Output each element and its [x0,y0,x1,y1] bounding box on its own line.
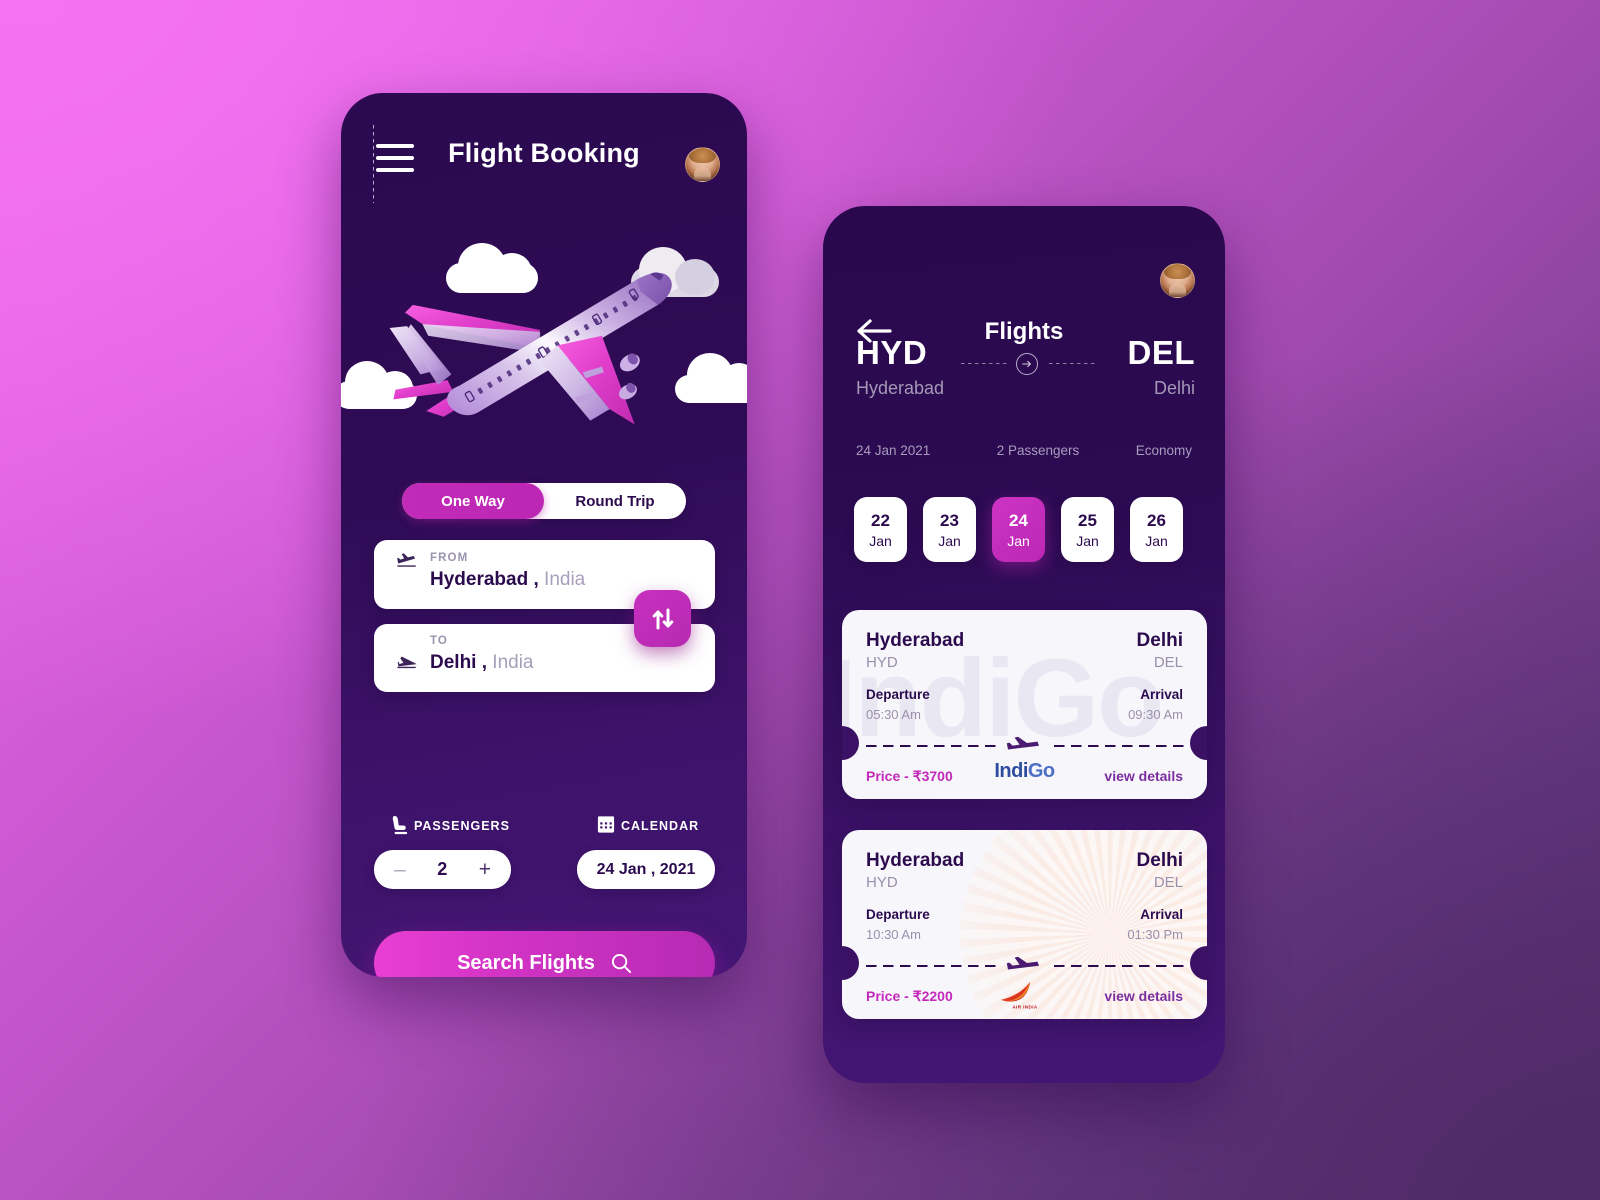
plane-departure-icon [397,553,416,567]
date-chip-26[interactable]: 26 Jan [1130,497,1183,562]
trip-passengers: 2 Passengers [996,443,1080,458]
date-chip-25[interactable]: 25 Jan [1061,497,1114,562]
to-city: Delhi , [430,652,488,673]
path-dash-right [1054,745,1184,747]
route-dash-left [961,363,1007,364]
to-label: TO [430,635,448,647]
route-connector-dots [373,125,374,203]
svg-text:AIR INDIA: AIR INDIA [1012,1004,1038,1009]
date-chip-row: 22 Jan 23 Jan 24 Jan 25 Jan 26 Jan [854,497,1194,562]
destination-code: DEL [1127,334,1195,371]
route-dash-right [1049,363,1095,364]
card-destination-code: DEL [1153,654,1183,671]
to-value: Delhi , India [430,652,534,674]
from-label: FROM [430,552,469,564]
from-country: India [544,569,586,590]
search-flights-label: Search Flights [457,951,595,974]
card-departure-label: Departure [866,907,930,922]
departure-date-field[interactable]: 24 Jan , 2021 [577,850,715,889]
app-mockup-canvas: Flight Booking One Way Round Trip FROM H… [0,0,1600,1200]
card-arrival-label: Arrival [1140,907,1183,922]
user-avatar[interactable] [1160,263,1195,298]
origin-city: Hyderabad [856,378,945,398]
path-dash-left [866,965,996,967]
card-origin-code: HYD [866,874,898,891]
swap-vertical-arrows-icon [652,608,673,629]
seat-icon [392,816,408,835]
airplane-graphic [389,272,672,425]
card-destination-city: Delhi [1136,630,1183,651]
passengers-label: PASSENGERS [414,819,510,833]
user-avatar[interactable] [685,147,720,182]
card-departure-label: Departure [866,687,930,702]
date-chip-day: 26 [1147,510,1166,530]
plane-arrival-icon [397,656,417,669]
phone-screen-flights: Flights HYD Hyderabad DEL Delhi 24 Jan 2… [823,206,1225,1083]
date-chip-day: 25 [1078,510,1097,530]
flight-card-indigo[interactable]: IndiGo Hyderabad HYD Delhi DEL Departure… [842,610,1207,799]
passenger-decrement-button[interactable]: – [394,859,406,880]
calendar-label: CALENDAR [621,819,700,833]
trip-cabin-class: Economy [1135,443,1192,458]
search-icon [611,953,631,973]
passenger-increment-button[interactable]: + [479,859,491,880]
path-dash-right [1054,965,1184,967]
date-chip-day: 23 [940,510,959,530]
card-view-details-link[interactable]: view details [1104,988,1183,1004]
date-chip-22[interactable]: 22 Jan [854,497,907,562]
card-flight-path [842,736,1207,756]
plane-icon [1006,956,1039,970]
flight-card-air-india[interactable]: Hyderabad HYD Delhi DEL Departure 10:30 … [842,830,1207,1019]
card-departure-time: 05:30 Am [866,707,921,722]
air-india-logo: AIR INDIA [1000,982,1038,1009]
date-chip-month: Jan [938,532,961,549]
trip-type-one-way[interactable]: One Way [402,483,544,519]
swap-locations-button[interactable] [634,590,691,647]
plane-icon [1006,736,1039,750]
card-origin-city: Hyderabad [866,850,965,871]
date-chip-month: Jan [1145,532,1168,549]
indigo-logo: IndiGo [994,760,1055,782]
from-value: Hyderabad , India [430,569,585,591]
passenger-stepper: – 2 + [374,850,511,889]
trip-type-round-trip[interactable]: Round Trip [544,483,686,519]
card-departure-time: 10:30 Am [866,927,921,942]
trip-type-segmented-control: One Way Round Trip [402,483,686,519]
card-view-details-link[interactable]: view details [1104,768,1183,784]
card-destination-city: Delhi [1136,850,1183,871]
calendar-icon [597,816,615,833]
to-country: India [492,652,534,673]
date-chip-month: Jan [869,532,892,549]
card-origin-code: HYD [866,654,898,671]
date-chip-day: 24 [1009,510,1028,530]
date-chip-day: 22 [871,510,890,530]
route-summary: HYD Hyderabad DEL Delhi [823,334,1225,412]
route-line [961,353,1095,375]
arrow-right-circle-icon [1016,353,1038,375]
card-arrival-time: 09:30 Am [1128,707,1183,722]
card-arrival-time: 01:30 Pm [1127,927,1183,942]
path-dash-left [866,745,996,747]
card-origin-city: Hyderabad [866,630,965,651]
phone-screen-booking: Flight Booking One Way Round Trip FROM H… [341,93,747,977]
from-city: Hyderabad , [430,569,539,590]
passenger-count: 2 [437,859,448,879]
card-destination-code: DEL [1153,874,1183,891]
trip-date: 24 Jan 2021 [856,443,931,458]
date-chip-month: Jan [1007,532,1030,549]
date-chip-month: Jan [1076,532,1099,549]
search-flights-button[interactable]: Search Flights [374,931,715,977]
origin-code: HYD [856,334,928,371]
date-chip-24-selected[interactable]: 24 Jan [992,497,1045,562]
date-chip-23[interactable]: 23 Jan [923,497,976,562]
card-flight-path [842,956,1207,976]
card-arrival-label: Arrival [1140,687,1183,702]
destination-city: Delhi [1153,378,1195,398]
trip-meta-row: 24 Jan 2021 2 Passengers Economy [823,443,1225,458]
